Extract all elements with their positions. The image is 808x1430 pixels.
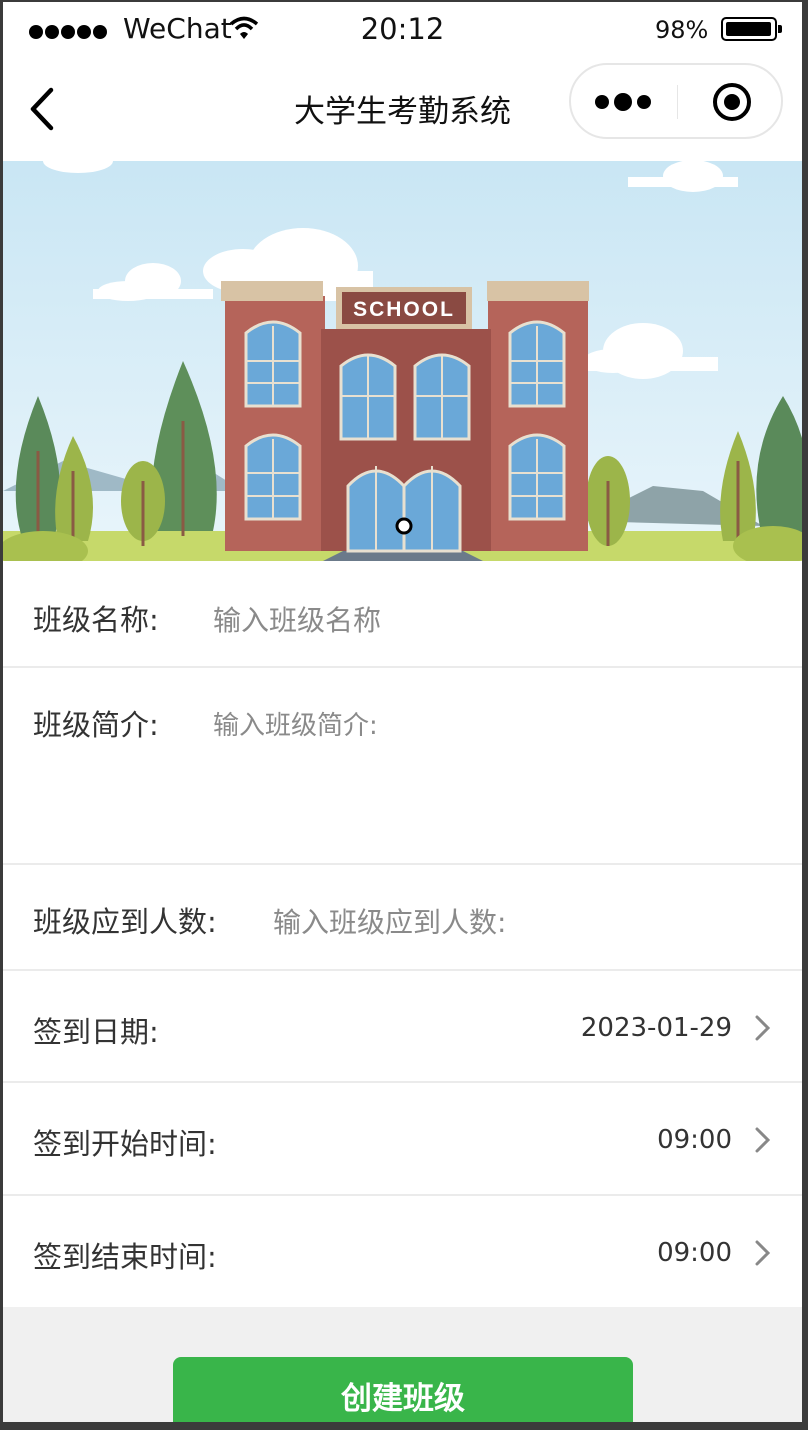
battery-percent: 98% <box>655 16 709 44</box>
close-target-icon[interactable] <box>711 81 753 123</box>
start-time-row[interactable]: 签到开始时间: 09:00 <box>3 1083 802 1196</box>
expected-count-input[interactable]: 输入班级应到人数: <box>273 901 506 941</box>
class-intro-textarea[interactable]: 输入班级简介: <box>213 705 378 742</box>
chevron-right-icon <box>755 1015 771 1041</box>
status-bar: WeChat 20:12 98% <box>3 2 802 58</box>
chevron-right-icon <box>755 1240 771 1266</box>
class-name-row[interactable]: 班级名称: 输入班级名称 <box>3 561 802 668</box>
mini-program-capsule <box>569 63 783 139</box>
class-intro-label: 班级简介: <box>33 708 159 742</box>
expected-count-label: 班级应到人数: <box>33 905 217 939</box>
school-banner-image: SCHOOL <box>3 161 802 561</box>
battery-icon <box>721 17 782 41</box>
navigation-bar: 大学生考勤系统 <box>3 58 802 161</box>
end-time-value[interactable]: 09:00 <box>657 1238 732 1268</box>
checkin-date-row[interactable]: 签到日期: 2023-01-29 <box>3 971 802 1083</box>
start-time-label: 签到开始时间: <box>33 1127 217 1161</box>
class-name-input[interactable]: 输入班级名称 <box>213 599 381 639</box>
create-class-button[interactable]: 创建班级 <box>173 1357 633 1422</box>
school-sign: SCHOOL <box>353 298 455 321</box>
checkin-date-value[interactable]: 2023-01-29 <box>581 1013 732 1043</box>
chevron-right-icon <box>755 1127 771 1153</box>
checkin-date-label: 签到日期: <box>33 1015 159 1049</box>
expected-count-row[interactable]: 班级应到人数: 输入班级应到人数: <box>3 865 802 971</box>
end-time-label: 签到结束时间: <box>33 1240 217 1274</box>
start-time-value[interactable]: 09:00 <box>657 1125 732 1155</box>
action-area: 创建班级 <box>3 1307 802 1422</box>
end-time-row[interactable]: 签到结束时间: 09:00 <box>3 1196 802 1307</box>
phone-screen: WeChat 20:12 98% 大学生考勤系统 SCHOOL 班级名称: 输入… <box>3 2 802 1422</box>
more-dots-icon[interactable] <box>595 91 656 111</box>
create-class-form: 班级名称: 输入班级名称 班级简介: 输入班级简介: 班级应到人数: 输入班级应… <box>3 561 802 1307</box>
class-name-label: 班级名称: <box>33 603 159 637</box>
class-intro-row[interactable]: 班级简介: 输入班级简介: <box>3 668 802 865</box>
